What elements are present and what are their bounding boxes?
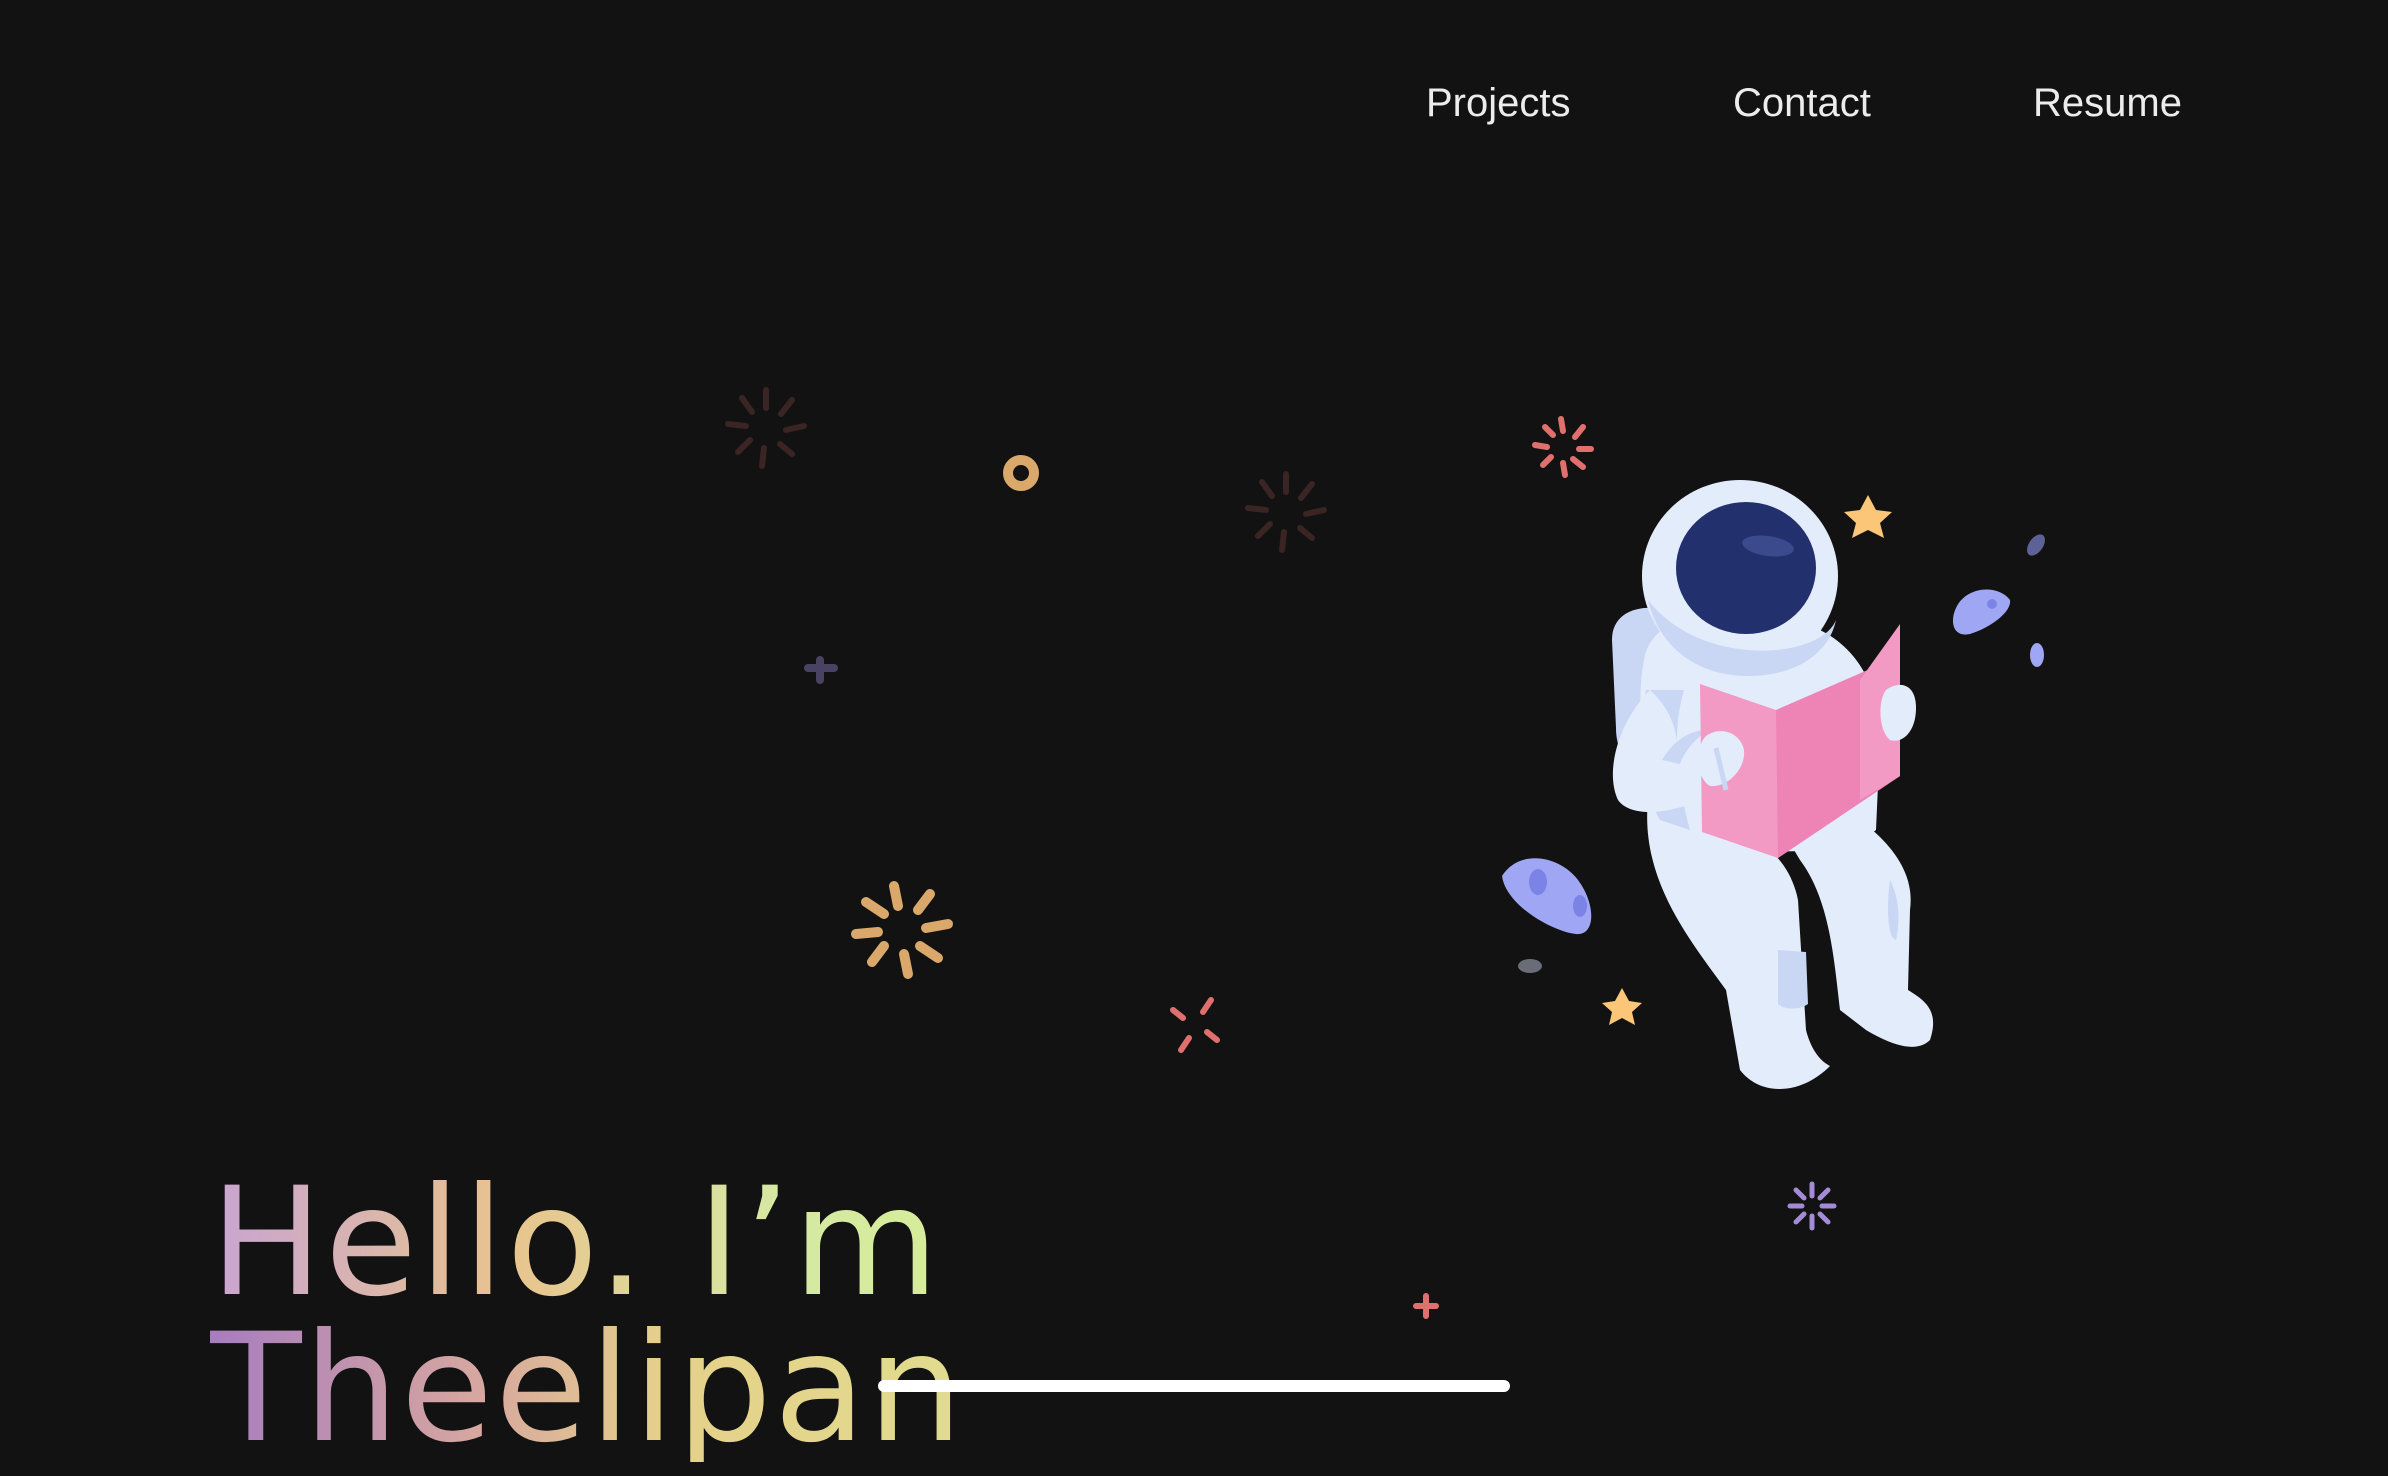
plus-dark-icon: [804, 656, 838, 684]
pebble-blue-icon: [2030, 643, 2044, 667]
hero-heading: Hello. I’m Theelipan: [210, 1168, 965, 1476]
rock-large-icon: [1502, 858, 1592, 935]
spark-gold-icon: [851, 881, 953, 979]
hero-greeting: Hello. I’m: [210, 1168, 965, 1318]
ring-icon: [1003, 455, 1039, 491]
pebble-slate-icon: [2027, 534, 2045, 556]
spark-red-top-icon: [1532, 416, 1594, 478]
spark-dark-center-icon: [1245, 471, 1327, 553]
star-top-icon: [1844, 495, 1892, 538]
spark-dark-left-icon: [725, 387, 807, 469]
astronaut-icon: [1612, 480, 1934, 1090]
spark-purple-icon: [1787, 1181, 1837, 1231]
rock-right-icon: [1952, 589, 2011, 635]
pebble-gray-icon: [1518, 959, 1542, 973]
star-bottom-icon: [1602, 988, 1642, 1025]
home-indicator: [878, 1380, 1510, 1392]
spark-red-bottom-icon: [1170, 997, 1220, 1053]
plus-red-icon: [1413, 1293, 1439, 1319]
hero-name: Theelipan: [210, 1302, 965, 1476]
